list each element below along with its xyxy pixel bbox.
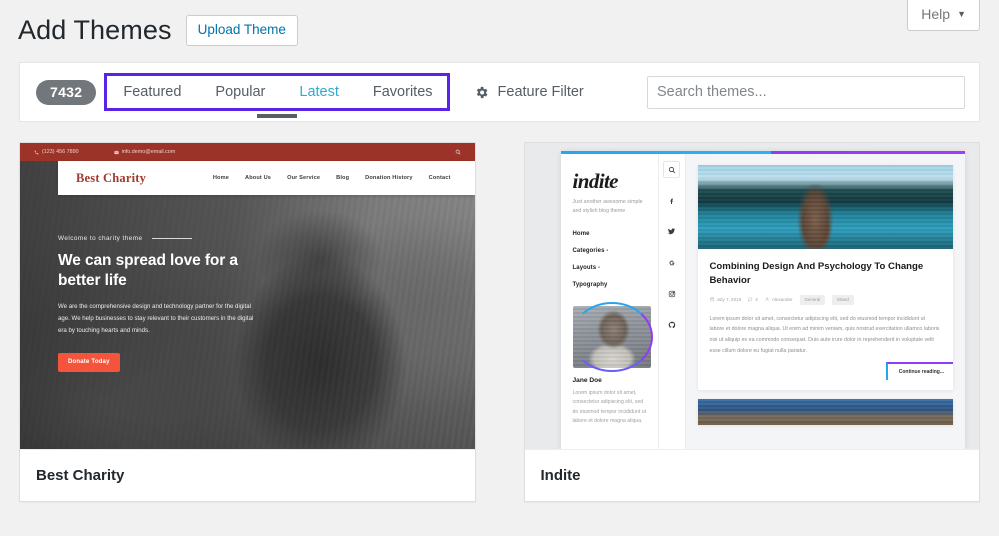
hero-heading: We can spread love for a better life: [58, 251, 278, 292]
theme-name: Indite: [541, 467, 581, 484]
twitter-icon: [663, 223, 680, 240]
post-comments-count: 4: [755, 297, 758, 302]
post-excerpt: Lorem ipsum dolor sit amet, consectetur …: [710, 314, 942, 356]
github-icon: [663, 316, 680, 333]
indite-nav-home: Home: [573, 231, 648, 237]
calendar-icon: [710, 297, 715, 303]
mail-icon: [114, 150, 119, 155]
indite-nav: Home Categories - Layouts - Typography: [573, 231, 648, 288]
indite-post-card-secondary: [698, 399, 954, 425]
post-comments: 4: [748, 297, 758, 303]
phone-icon: [34, 150, 39, 155]
google-plus-icon: [663, 254, 680, 271]
search-icon: [663, 161, 680, 178]
preview-menu: Home About Us Our Service Blog Donation …: [213, 175, 457, 181]
page-header: Add Themes Upload Theme Help ▼: [0, 0, 999, 62]
preview-logo: Best Charity: [76, 171, 146, 186]
indite-preview-frame: indite Just another awesome simple and s…: [525, 143, 980, 449]
post-featured-image: [698, 165, 954, 249]
facebook-icon: [663, 192, 680, 209]
tab-featured[interactable]: Featured: [123, 84, 181, 100]
tab-favorites[interactable]: Favorites: [373, 84, 433, 100]
donate-today-button: Donate Today: [58, 353, 120, 372]
post-body: Combining Design And Psychology To Chang…: [698, 249, 954, 390]
indite-nav-layouts: Layouts -: [573, 265, 648, 271]
menu-item-home: Home: [213, 175, 229, 181]
topbar-phone: (123) 456 7890: [34, 149, 79, 155]
hero-eyebrow-rule: [152, 238, 192, 239]
page-title: Add Themes: [18, 14, 172, 46]
hero-eyebrow-text: Welcome to charity theme: [58, 235, 143, 242]
title-row: Add Themes Upload Theme: [18, 14, 979, 46]
menu-item-about-us: About Us: [245, 175, 271, 181]
post-tag-general: General: [800, 295, 826, 305]
theme-tabs-highlight: Featured Popular Latest Favorites: [104, 73, 449, 111]
topbar-phone-text: (123) 456 7890: [42, 149, 79, 155]
topbar-email-text: info.demo@email.com: [122, 149, 176, 155]
search-input[interactable]: [647, 76, 965, 109]
feature-filter-label: Feature Filter: [498, 84, 584, 100]
tab-latest[interactable]: Latest: [299, 84, 339, 100]
theme-card-indite[interactable]: indite Just another awesome simple and s…: [524, 142, 981, 502]
indite-nav-typography: Typography: [573, 282, 648, 288]
theme-name-bar-best-charity: Best Charity: [20, 449, 475, 501]
indite-sidebar: indite Just another awesome simple and s…: [561, 151, 658, 449]
user-icon: [765, 297, 770, 303]
hero-paragraph: We are the comprehensive design and tech…: [58, 301, 258, 337]
theme-card-best-charity[interactable]: (123) 456 7890 info.demo@email.com Best …: [19, 142, 476, 502]
post-date: July 7, 2019: [710, 297, 742, 303]
indite-nav-categories: Categories -: [573, 248, 648, 254]
indite-post-card: Combining Design And Psychology To Chang…: [698, 165, 954, 390]
post-tag-mixed: Mixed: [832, 295, 854, 305]
theme-name-bar-indite: Indite: [525, 449, 980, 501]
filter-bar-wrapper: 7432 Featured Popular Latest Favorites F…: [0, 62, 999, 122]
indite-accent-bar: [561, 151, 966, 154]
feature-filter-button[interactable]: Feature Filter: [474, 84, 584, 100]
topbar-email: info.demo@email.com: [114, 149, 176, 155]
indite-social-rail: [658, 151, 686, 449]
author-name: Jane Doe: [573, 377, 648, 384]
search-icon[interactable]: [455, 149, 461, 155]
continue-reading-link: Continue reading...: [886, 362, 953, 380]
preview-topbar: (123) 456 7890 info.demo@email.com: [20, 143, 475, 161]
post-title: Combining Design And Psychology To Chang…: [710, 260, 942, 287]
indite-content: Combining Design And Psychology To Chang…: [686, 151, 966, 449]
indite-logo: indite: [573, 171, 648, 192]
active-tab-indicator: [257, 114, 297, 118]
menu-item-blog: Blog: [336, 175, 349, 181]
post-meta: July 7, 2019 4: [710, 295, 942, 305]
upload-theme-button[interactable]: Upload Theme: [186, 15, 298, 46]
menu-item-donation-history: Donation History: [365, 175, 412, 181]
author-bio: Lorem ipsum dolor sit amet, consectetur …: [573, 389, 648, 428]
indite-browser: indite Just another awesome simple and s…: [561, 151, 966, 449]
help-button[interactable]: Help ▼: [907, 0, 980, 31]
preview-navbar: Best Charity Home About Us Our Service B…: [58, 161, 475, 195]
post-author-name: Alexander: [772, 297, 793, 302]
filter-bar: 7432 Featured Popular Latest Favorites F…: [19, 62, 980, 122]
post-date-text: July 7, 2019: [717, 297, 742, 302]
author-avatar: [573, 306, 651, 368]
gear-icon: [474, 85, 489, 100]
post-author: Alexander: [765, 297, 793, 303]
post-more-wrapper: Continue reading...: [710, 362, 954, 380]
hero-eyebrow: Welcome to charity theme: [58, 235, 475, 242]
theme-screenshot-best-charity: (123) 456 7890 info.demo@email.com Best …: [20, 143, 475, 449]
chevron-down-icon: ▼: [957, 9, 966, 19]
menu-item-contact: Contact: [429, 175, 451, 181]
comment-icon: [748, 297, 753, 303]
preview-hero: Welcome to charity theme We can spread l…: [20, 195, 475, 372]
indite-tagline: Just another awesome simple and stylish …: [573, 198, 648, 217]
theme-count-badge: 7432: [36, 80, 96, 105]
instagram-icon: [663, 285, 680, 302]
menu-item-our-service: Our Service: [287, 175, 320, 181]
theme-name: Best Charity: [36, 467, 124, 484]
tab-popular[interactable]: Popular: [215, 84, 265, 100]
theme-screenshot-indite: indite Just another awesome simple and s…: [525, 143, 980, 449]
avatar-ring: [571, 302, 653, 372]
theme-grid: (123) 456 7890 info.demo@email.com Best …: [0, 122, 999, 502]
help-label: Help: [921, 6, 950, 22]
